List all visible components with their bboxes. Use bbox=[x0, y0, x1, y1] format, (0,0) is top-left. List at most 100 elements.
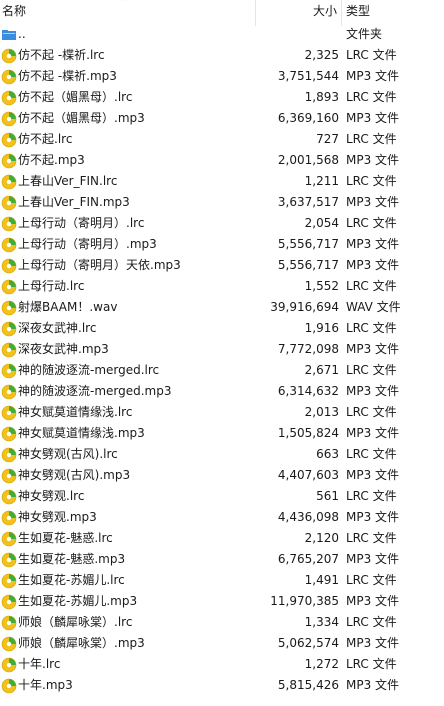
file-name: 师娘（麟犀咏棠）.lrc bbox=[18, 615, 133, 629]
file-name: 生如夏花-魅惑.lrc bbox=[18, 531, 113, 545]
file-row[interactable]: 生如夏花-魅惑.lrc 2,120 LRC 文件 bbox=[0, 528, 444, 549]
file-name: 神女赋莫道情缘浅.mp3 bbox=[18, 426, 145, 440]
file-type: MP3 文件 bbox=[346, 258, 400, 272]
file-name-cell: 十年.lrc bbox=[0, 654, 256, 675]
file-name: 神女赋莫道情缘浅.lrc bbox=[18, 405, 133, 419]
file-name: 射爆BAAM！.wav bbox=[18, 300, 118, 314]
file-name-cell: 神的随波逐流-merged.mp3 bbox=[0, 381, 256, 402]
file-name-cell: 生如夏花-魅惑.mp3 bbox=[0, 549, 256, 570]
file-name-cell: 仿不起（媚黑母）.mp3 bbox=[0, 108, 256, 129]
file-type: LRC 文件 bbox=[346, 489, 397, 503]
file-row[interactable]: 十年.mp3 5,815,426 MP3 文件 bbox=[0, 675, 444, 696]
media-file-icon bbox=[1, 678, 17, 694]
file-name-cell: 仿不起 -楪祈.mp3 bbox=[0, 66, 256, 87]
file-row[interactable]: 师娘（麟犀咏棠）.lrc 1,334 LRC 文件 bbox=[0, 612, 444, 633]
file-name-cell: 神女赋莫道情缘浅.lrc bbox=[0, 402, 256, 423]
file-row[interactable]: 上春山Ver_FIN.mp3 3,637,517 MP3 文件 bbox=[0, 192, 444, 213]
file-name: 上春山Ver_FIN.lrc bbox=[18, 174, 118, 188]
file-row[interactable]: 仿不起 -楪祈.mp3 3,751,544 MP3 文件 bbox=[0, 66, 444, 87]
file-row[interactable]: 仿不起.mp3 2,001,568 MP3 文件 bbox=[0, 150, 444, 171]
media-file-icon bbox=[1, 384, 17, 400]
media-file-icon bbox=[1, 594, 17, 610]
file-size: 727 bbox=[316, 132, 339, 146]
file-row[interactable]: 生如夏花-苏媚儿.mp3 11,970,385 MP3 文件 bbox=[0, 591, 444, 612]
file-name: 仿不起（媚黑母）.mp3 bbox=[18, 111, 145, 125]
file-row[interactable]: 神的随波逐流-merged.lrc 2,671 LRC 文件 bbox=[0, 360, 444, 381]
file-row[interactable]: 师娘（麟犀咏棠）.mp3 5,062,574 MP3 文件 bbox=[0, 633, 444, 654]
file-row[interactable]: 深夜女武神.mp3 7,772,098 MP3 文件 bbox=[0, 339, 444, 360]
file-row[interactable]: 神女赋莫道情缘浅.mp3 1,505,824 MP3 文件 bbox=[0, 423, 444, 444]
column-header-name[interactable]: 名称 ⌃ bbox=[0, 0, 256, 26]
file-size: 4,407,603 bbox=[277, 468, 339, 482]
media-file-icon bbox=[1, 342, 17, 358]
file-row[interactable]: 十年.lrc 1,272 LRC 文件 bbox=[0, 654, 444, 675]
file-name: .. bbox=[18, 27, 26, 41]
file-size: 5,062,574 bbox=[277, 636, 339, 650]
file-row[interactable]: 神的随波逐流-merged.mp3 6,314,632 MP3 文件 bbox=[0, 381, 444, 402]
column-header-type[interactable]: 类型 bbox=[342, 0, 444, 26]
file-row[interactable]: 神女劈观(古风).mp3 4,407,603 MP3 文件 bbox=[0, 465, 444, 486]
file-size: 4,436,098 bbox=[277, 510, 339, 524]
file-row[interactable]: 上母行动（寄明月）.mp3 5,556,717 MP3 文件 bbox=[0, 234, 444, 255]
file-size: 1,491 bbox=[304, 573, 339, 587]
file-type: LRC 文件 bbox=[346, 279, 397, 293]
file-size: 1,916 bbox=[304, 321, 339, 335]
file-type: LRC 文件 bbox=[346, 216, 397, 230]
media-file-icon bbox=[1, 90, 17, 106]
file-row[interactable]: 神女赋莫道情缘浅.lrc 2,013 LRC 文件 bbox=[0, 402, 444, 423]
media-file-icon bbox=[1, 657, 17, 673]
media-file-icon bbox=[1, 426, 17, 442]
file-row[interactable]: 仿不起 -楪祈.lrc 2,325 LRC 文件 bbox=[0, 45, 444, 66]
file-name: 神女劈观.lrc bbox=[18, 489, 85, 503]
file-size: 5,556,717 bbox=[277, 258, 339, 272]
file-row[interactable]: 神女劈观(古风).lrc 663 LRC 文件 bbox=[0, 444, 444, 465]
file-name: 十年.mp3 bbox=[18, 678, 73, 692]
file-row[interactable]: 深夜女武神.lrc 1,916 LRC 文件 bbox=[0, 318, 444, 339]
file-row[interactable]: 生如夏花-魅惑.mp3 6,765,207 MP3 文件 bbox=[0, 549, 444, 570]
file-row[interactable]: 神女劈观.mp3 4,436,098 MP3 文件 bbox=[0, 507, 444, 528]
file-row[interactable]: 仿不起.lrc 727 LRC 文件 bbox=[0, 129, 444, 150]
file-name-cell: 生如夏花-苏媚儿.mp3 bbox=[0, 591, 256, 612]
file-type: MP3 文件 bbox=[346, 552, 400, 566]
file-name-cell: 上母行动（寄明月）.lrc bbox=[0, 213, 256, 234]
file-size: 2,001,568 bbox=[277, 153, 339, 167]
file-name: 生如夏花-苏媚儿.mp3 bbox=[18, 594, 138, 608]
file-row[interactable]: 生如夏花-苏媚儿.lrc 1,491 LRC 文件 bbox=[0, 570, 444, 591]
media-file-icon bbox=[1, 300, 17, 316]
file-row[interactable]: 上母行动（寄明月）.lrc 2,054 LRC 文件 bbox=[0, 213, 444, 234]
file-row[interactable]: .. 文件夹 bbox=[0, 24, 444, 45]
file-row[interactable]: 上母行动.lrc 1,552 LRC 文件 bbox=[0, 276, 444, 297]
file-type: LRC 文件 bbox=[346, 573, 397, 587]
media-file-icon bbox=[1, 552, 17, 568]
file-row[interactable]: 射爆BAAM！.wav 39,916,694 WAV 文件 bbox=[0, 297, 444, 318]
file-type: LRC 文件 bbox=[346, 321, 397, 335]
file-type: MP3 文件 bbox=[346, 678, 400, 692]
file-name: 上母行动（寄明月）天依.mp3 bbox=[18, 258, 181, 272]
file-name-cell: .. bbox=[0, 24, 256, 45]
media-file-icon bbox=[1, 237, 17, 253]
file-name-cell: 仿不起.lrc bbox=[0, 129, 256, 150]
file-row[interactable]: 神女劈观.lrc 561 LRC 文件 bbox=[0, 486, 444, 507]
media-file-icon bbox=[1, 573, 17, 589]
file-size: 6,314,632 bbox=[277, 384, 339, 398]
file-type: MP3 文件 bbox=[346, 510, 400, 524]
media-file-icon bbox=[1, 636, 17, 652]
media-file-icon bbox=[1, 195, 17, 211]
file-name: 上母行动.lrc bbox=[18, 279, 85, 293]
file-size: 2,325 bbox=[304, 48, 339, 62]
column-header-size[interactable]: 大小 bbox=[256, 0, 342, 26]
file-type: LRC 文件 bbox=[346, 657, 397, 671]
file-name-cell: 上母行动（寄明月）.mp3 bbox=[0, 234, 256, 255]
file-type: MP3 文件 bbox=[346, 111, 400, 125]
file-name-cell: 师娘（麟犀咏棠）.lrc bbox=[0, 612, 256, 633]
media-file-icon bbox=[1, 153, 17, 169]
file-row[interactable]: 仿不起（媚黑母）.mp3 6,369,160 MP3 文件 bbox=[0, 108, 444, 129]
file-name: 仿不起.lrc bbox=[18, 132, 73, 146]
file-size: 1,211 bbox=[304, 174, 339, 188]
file-type: MP3 文件 bbox=[346, 384, 400, 398]
column-header-name-label: 名称 bbox=[2, 4, 27, 18]
file-row[interactable]: 上母行动（寄明月）天依.mp3 5,556,717 MP3 文件 bbox=[0, 255, 444, 276]
file-row[interactable]: 上春山Ver_FIN.lrc 1,211 LRC 文件 bbox=[0, 171, 444, 192]
media-file-icon bbox=[1, 69, 17, 85]
file-row[interactable]: 仿不起（媚黑母）.lrc 1,893 LRC 文件 bbox=[0, 87, 444, 108]
